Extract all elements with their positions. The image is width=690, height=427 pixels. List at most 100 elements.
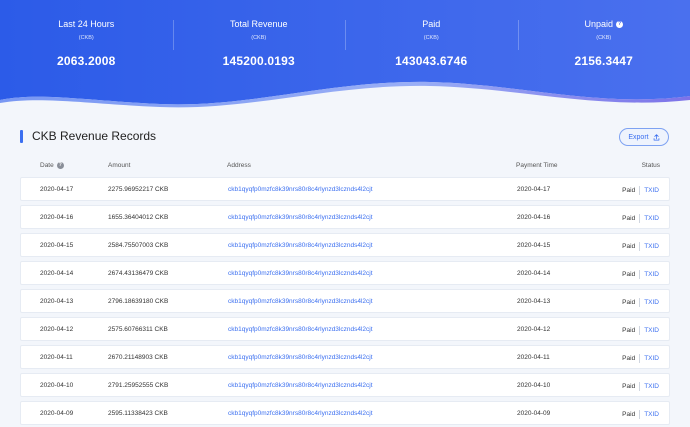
stat-unit: (CKB)	[251, 35, 267, 41]
column-header-payment-time: Payment Time	[516, 162, 558, 169]
row-status: Paid TXID	[622, 270, 659, 279]
column-header-date-label: Date	[40, 162, 54, 169]
row-address-link[interactable]: ckb1qyqfp0mzfc8k39nrs80r8c4rlynzd3lcznds…	[228, 186, 373, 194]
table-row: 2020-04-09 2595.11338423 CKB ckb1qyqfp0mzf…	[20, 401, 670, 425]
row-amount: 2796.18639180 CKB	[108, 298, 169, 305]
row-amount: 2575.60766311 CKB	[108, 326, 168, 333]
txid-link[interactable]: TXID	[644, 411, 659, 419]
help-icon[interactable]: ?	[56, 162, 64, 169]
row-address-link[interactable]: ckb1qyqfp0mzfc8k39nrs80r8c4rlynzd3lcznds…	[228, 214, 373, 222]
stat-title-text: Total Revenue	[229, 19, 288, 29]
status-text: Paid	[622, 410, 636, 418]
table-row: 2020-04-17 2275.96952217 CKB ckb1qyqfp0mzf…	[20, 177, 670, 201]
row-date: 2020-04-11	[40, 354, 73, 361]
row-address-link[interactable]: ckb1qyqfp0mzfc8k39nrs80r8c4rlynzd3lcznds…	[228, 270, 373, 278]
row-payment-time: 2020-04-09	[517, 410, 551, 417]
row-address-link[interactable]: ckb1qyqfp0mzfc8k39nrs80r8c4rlynzd3lcznds…	[228, 410, 373, 418]
stat-paid: Paid (CKB) 143043.6746	[345, 0, 518, 90]
status-divider	[639, 270, 641, 279]
row-date: 2020-04-10	[40, 382, 74, 389]
txid-link[interactable]: TXID	[644, 327, 659, 335]
status-divider	[639, 214, 641, 223]
row-status: Paid TXID	[622, 410, 659, 419]
stat-unpaid: Unpaid ? (CKB) 2156.3447	[517, 0, 690, 90]
stats-row: Last 24 Hours (CKB) 2063.2008 Total Reve…	[0, 0, 690, 90]
table-row: 2020-04-16 1655.36404012 CKB ckb1qyqfp0mzf…	[20, 205, 670, 229]
stat-title: Total Revenue	[230, 19, 288, 30]
row-amount: 2584.75507003 CKB	[108, 242, 169, 249]
row-status: Paid TXID	[622, 354, 659, 363]
stat-unit: (CKB)	[78, 35, 94, 41]
row-date: 2020-04-14	[40, 270, 74, 277]
row-payment-time: 2020-04-11	[517, 354, 550, 361]
column-header-amount: Amount	[108, 162, 131, 169]
row-date: 2020-04-09	[40, 410, 74, 417]
row-date: 2020-04-17	[40, 186, 74, 193]
status-divider	[639, 326, 641, 335]
status-divider	[639, 186, 641, 195]
row-payment-time: 2020-04-15	[517, 242, 551, 249]
column-header-date: Date ?	[40, 162, 64, 169]
status-text: Paid	[622, 242, 636, 250]
row-payment-time: 2020-04-12	[517, 326, 551, 333]
status-text: Paid	[622, 298, 636, 306]
table-header: Date ? Amount Address Payment Time Statu…	[20, 160, 670, 174]
row-address-link[interactable]: ckb1qyqfp0mzfc8k39nrs80r8c4rlynzd3lcznds…	[228, 298, 373, 306]
status-divider	[639, 410, 641, 419]
table-row: 2020-04-15 2584.75507003 CKB ckb1qyqfp0mzf…	[20, 233, 670, 257]
stat-value: 145200.0193	[222, 54, 295, 68]
row-amount: 2670.21148903 CKB	[108, 354, 168, 361]
stat-title-text: Unpaid	[584, 19, 614, 29]
row-address-link[interactable]: ckb1qyqfp0mzfc8k39nrs80r8c4rlynzd3lcznds…	[228, 354, 373, 362]
row-status: Paid TXID	[622, 326, 659, 335]
stat-title: Last 24 Hours	[58, 19, 114, 30]
status-divider	[639, 242, 641, 251]
table-row: 2020-04-14 2674.43136479 CKB ckb1qyqfp0mzf…	[20, 261, 670, 285]
txid-link[interactable]: TXID	[644, 215, 659, 223]
txid-link[interactable]: TXID	[644, 243, 659, 251]
row-amount: 2791.25952555 CKB	[108, 382, 169, 389]
stat-value: 143043.6746	[395, 54, 468, 68]
row-address-link[interactable]: ckb1qyqfp0mzfc8k39nrs80r8c4rlynzd3lcznds…	[228, 242, 373, 250]
table-row: 2020-04-12 2575.60766311 CKB ckb1qyqfp0mzf…	[20, 317, 670, 341]
info-icon[interactable]: ?	[616, 21, 624, 28]
column-header-status: Status	[641, 162, 660, 169]
section-header: CKB Revenue Records Export	[20, 128, 670, 148]
section-title: CKB Revenue Records	[32, 129, 157, 143]
status-divider	[639, 298, 641, 307]
stat-total-revenue: Total Revenue (CKB) 145200.0193	[172, 0, 346, 90]
row-amount: 2595.11338423 CKB	[108, 410, 168, 417]
txid-link[interactable]: TXID	[644, 355, 659, 363]
stat-last-24-hours: Last 24 Hours (CKB) 2063.2008	[0, 0, 173, 90]
revenue-table-body: 2020-04-17 2275.96952217 CKB ckb1qyqfp0mzf…	[20, 177, 670, 427]
stat-title-text: Last 24 Hours	[58, 19, 115, 29]
section-accent-bar	[20, 130, 23, 143]
status-divider	[639, 354, 641, 363]
status-divider	[639, 382, 641, 391]
status-text: Paid	[622, 214, 636, 222]
status-text: Paid	[622, 186, 636, 194]
status-text: Paid	[622, 326, 636, 334]
row-status: Paid TXID	[622, 214, 659, 223]
column-header-address: Address	[227, 162, 251, 169]
stat-title: Paid	[422, 19, 440, 30]
row-date: 2020-04-12	[40, 326, 74, 333]
table-row: 2020-04-13 2796.18639180 CKB ckb1qyqfp0mzf…	[20, 289, 670, 313]
txid-link[interactable]: TXID	[644, 383, 659, 391]
row-address-link[interactable]: ckb1qyqfp0mzfc8k39nrs80r8c4rlynzd3lcznds…	[228, 326, 373, 334]
table-row: 2020-04-10 2791.25952555 CKB ckb1qyqfp0mzf…	[20, 373, 670, 397]
row-payment-time: 2020-04-14	[517, 270, 551, 277]
row-date: 2020-04-15	[40, 242, 74, 249]
stat-unit: (CKB)	[423, 35, 439, 41]
row-payment-time: 2020-04-17	[517, 186, 551, 193]
stat-unit: (CKB)	[596, 35, 612, 41]
row-address-link[interactable]: ckb1qyqfp0mzfc8k39nrs80r8c4rlynzd3lcznds…	[228, 382, 373, 390]
stat-value: 2063.2008	[56, 54, 116, 68]
export-button[interactable]: Export	[619, 128, 669, 146]
txid-link[interactable]: TXID	[644, 271, 659, 279]
row-amount: 2275.96952217 CKB	[108, 186, 169, 193]
txid-link[interactable]: TXID	[644, 187, 659, 195]
txid-link[interactable]: TXID	[644, 299, 659, 307]
row-payment-time: 2020-04-13	[517, 298, 551, 305]
row-status: Paid TXID	[622, 298, 659, 307]
